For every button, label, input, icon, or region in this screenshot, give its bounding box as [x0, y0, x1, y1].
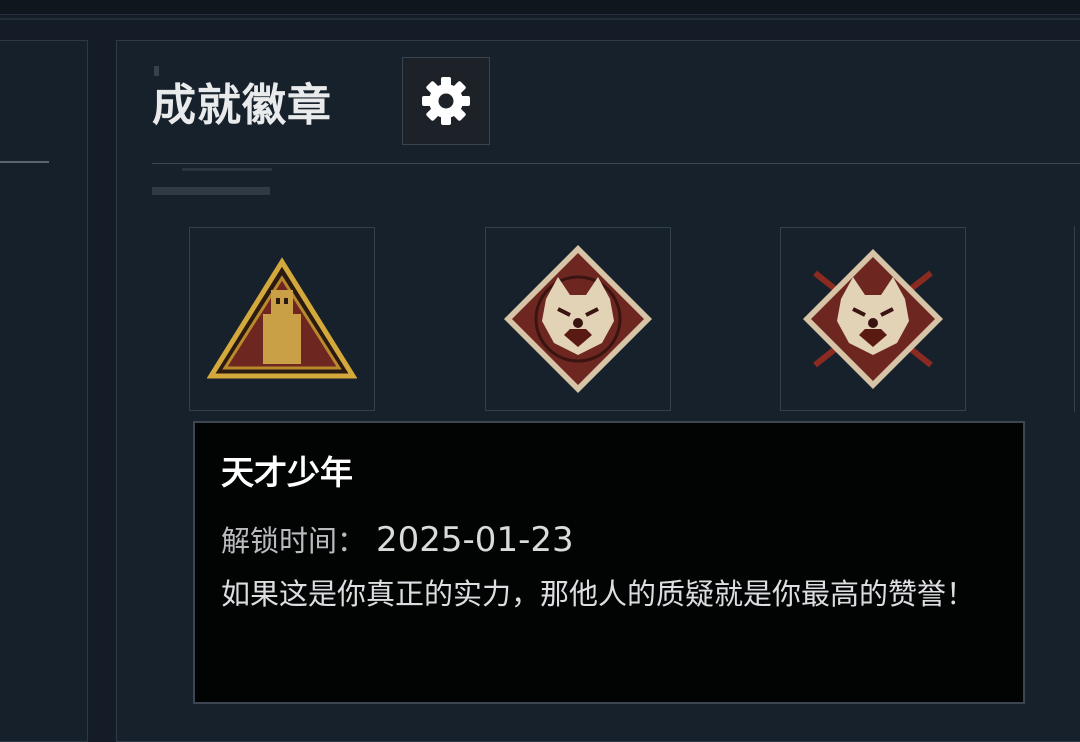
left-side-panel: [0, 40, 88, 742]
decorative-bar: [154, 66, 159, 76]
badge-slot-4-edge: [1074, 226, 1080, 412]
unlock-time: 解锁时间： 2025-01-23: [221, 520, 574, 561]
top-bar: [0, 0, 1080, 20]
settings-button[interactable]: [402, 57, 490, 145]
left-panel-divider: [0, 161, 49, 163]
badge-description: 如果这是你真正的实力，那他人的质疑就是你最高的赞誉！: [221, 577, 976, 611]
header-divider: [152, 163, 1080, 164]
page-title: 成就徽章: [152, 80, 332, 131]
unlock-label: 解锁时间：: [221, 524, 367, 558]
gear-icon: [422, 77, 470, 125]
unlock-date: 2025-01-23: [376, 520, 574, 560]
badge-name: 天才少年: [221, 453, 353, 492]
badge-slot-1[interactable]: [189, 227, 375, 411]
pyramid-emblem-icon: [207, 257, 357, 379]
wolf-diamond-emblem-icon: [504, 245, 652, 393]
wolf-diamond-spears-emblem-icon: [803, 249, 943, 389]
badge-tooltip: 天才少年 解锁时间： 2025-01-23 如果这是你真正的实力，那他人的质疑就是…: [193, 421, 1025, 704]
badge-slot-2[interactable]: [485, 227, 671, 411]
badge-slot-3[interactable]: [780, 227, 966, 411]
decorative-bar: [152, 187, 270, 195]
decorative-bar: [182, 168, 272, 171]
